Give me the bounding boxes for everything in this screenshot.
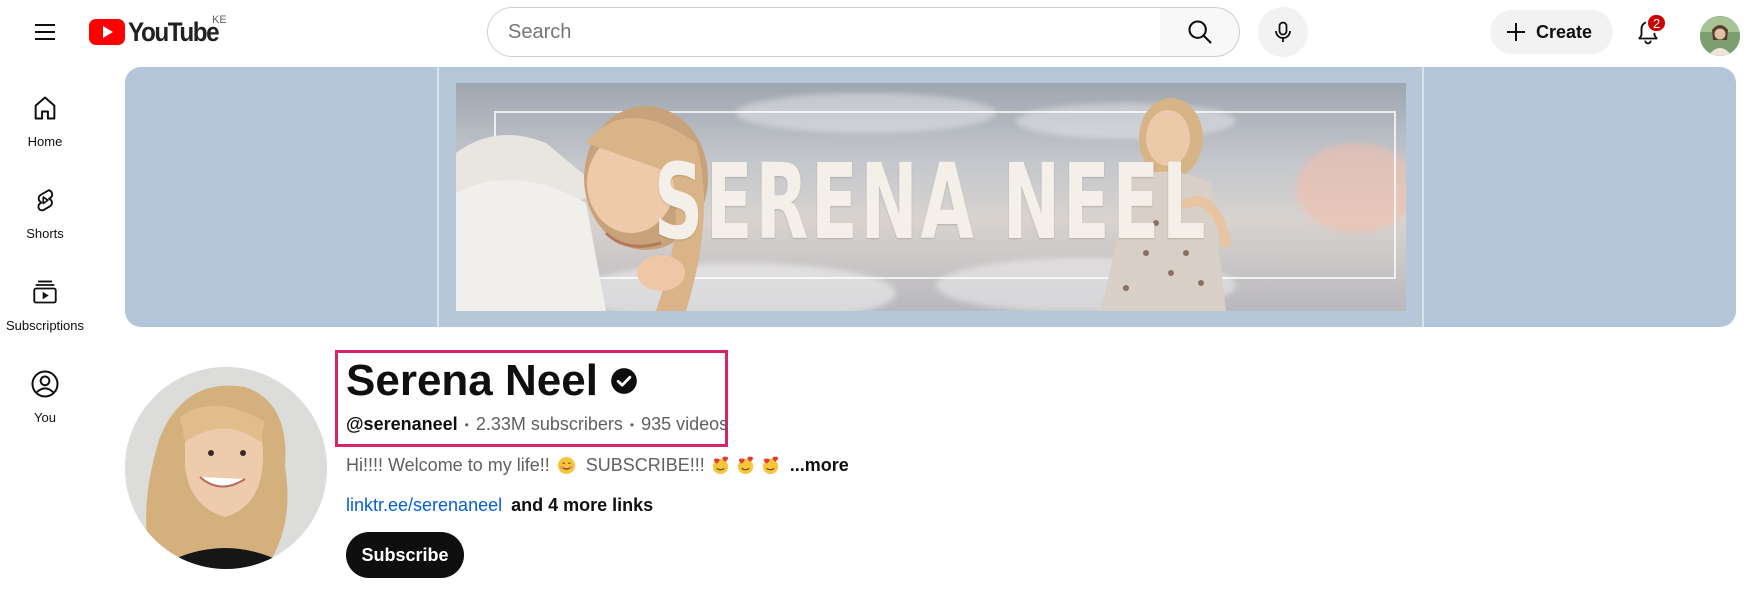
account-avatar-image — [1700, 16, 1740, 56]
channel-handle: @serenaneel — [346, 414, 458, 434]
guide-menu-button[interactable] — [21, 10, 69, 54]
voice-search-button[interactable] — [1258, 7, 1308, 57]
subscriptions-icon — [29, 276, 61, 308]
sidebar-item-home[interactable]: Home — [0, 86, 90, 166]
home-icon — [29, 92, 61, 124]
channel-banner: SERENA NEEL — [125, 67, 1736, 327]
channel-avatar-image — [125, 367, 327, 569]
youtube-logo-text: YouTube — [128, 16, 220, 47]
account-avatar[interactable] — [1700, 16, 1740, 56]
sidebar-item-shorts[interactable]: Shorts — [0, 178, 90, 258]
channel-avatar[interactable] — [125, 367, 327, 569]
channel-meta: @serenaneel • 2.33M subscribers • 935 vi… — [346, 414, 728, 435]
youtube-logo[interactable]: YouTube — [89, 16, 228, 47]
sidebar-item-you[interactable]: You — [0, 362, 90, 442]
hamburger-menu-icon — [35, 24, 55, 40]
sidebar-item-label: You — [34, 410, 56, 425]
hearts-face-emoji-icon — [711, 456, 730, 475]
plus-icon — [1507, 23, 1525, 41]
microphone-icon — [1275, 21, 1291, 42]
notification-count-badge: 2 — [1646, 13, 1668, 33]
verified-badge-icon — [610, 367, 638, 395]
sidebar-item-label: Home — [27, 134, 63, 149]
banner-artwork: SERENA NEEL — [437, 67, 1424, 327]
description-more-link[interactable]: ...more — [790, 455, 849, 476]
hearts-face-emoji-icon — [736, 456, 755, 475]
description-cta: SUBSCRIBE!!! — [585, 455, 705, 475]
top-bar: YouTube KE Create 2 — [0, 0, 1758, 64]
more-links-button[interactable]: and 4 more links — [511, 495, 653, 515]
sidebar-item-label: Shorts — [26, 226, 64, 241]
hearts-face-emoji-icon — [761, 456, 780, 475]
channel-links: linktr.ee/serenaneel and 4 more links — [346, 495, 653, 516]
description-text: Hi!!!! Welcome to my life!! — [346, 455, 550, 475]
separator-dot: • — [464, 417, 469, 432]
video-count: 935 videos — [641, 414, 729, 434]
subscribe-button[interactable]: Subscribe — [346, 532, 464, 578]
create-button[interactable]: Create — [1490, 10, 1613, 54]
channel-primary-link[interactable]: linktr.ee/serenaneel — [346, 495, 502, 515]
search-icon — [1187, 20, 1212, 44]
sidebar-item-subscriptions[interactable]: Subscriptions — [0, 270, 90, 350]
search-button[interactable] — [1160, 7, 1240, 57]
banner-sky-image: SERENA NEEL — [456, 83, 1406, 311]
create-label: Create — [1536, 21, 1593, 42]
sidebar-item-label: Subscriptions — [5, 318, 85, 333]
channel-name: Serena Neel — [346, 356, 598, 405]
subscriber-count: 2.33M subscribers — [475, 414, 623, 434]
account-icon — [29, 368, 61, 400]
channel-description[interactable]: Hi!!!! Welcome to my life!! SUBSCRIBE!!! — [346, 455, 849, 476]
channel-name-row: Serena Neel — [346, 356, 638, 406]
banner-title-text: SERENA NEEL — [653, 141, 1209, 263]
search-box — [487, 7, 1161, 57]
country-code: KE — [212, 14, 227, 26]
smiling-face-emoji-icon — [557, 456, 576, 475]
youtube-play-icon — [89, 19, 125, 45]
shorts-icon — [29, 184, 61, 216]
separator-dot: • — [629, 417, 635, 432]
search-input[interactable] — [508, 20, 1160, 44]
